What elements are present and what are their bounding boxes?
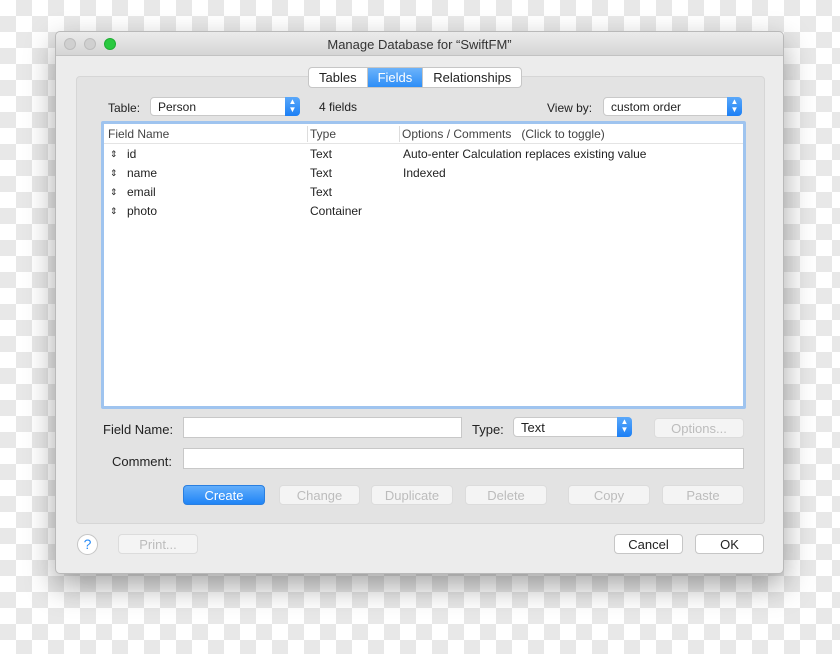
duplicate-button[interactable]: Duplicate — [371, 485, 453, 505]
field-options-cell: Auto-enter Calculation replaces existing… — [403, 147, 647, 161]
field-type-cell: Container — [310, 204, 363, 218]
table-row[interactable]: ⇕ id Text Auto-enter Calculation replace… — [104, 145, 743, 164]
paste-button[interactable]: Paste — [662, 485, 744, 505]
field-name-label: Field Name: — [103, 422, 174, 437]
table-label: Table: — [108, 101, 141, 115]
drag-handle-icon[interactable]: ⇕ — [110, 149, 118, 160]
view-by-label: View by: — [547, 101, 593, 115]
field-type-cell: Text — [310, 185, 333, 199]
type-label: Type: — [472, 422, 504, 437]
column-type[interactable]: Type — [310, 127, 336, 141]
list-header: Field Name Type Options / Comments (Clic… — [104, 124, 743, 144]
view-by-select[interactable]: custom order ▲ ▼ — [603, 97, 742, 116]
field-name-input[interactable] — [183, 417, 462, 438]
up-down-arrows-icon: ▲ ▼ — [617, 417, 632, 437]
field-type-cell: Text — [310, 166, 333, 180]
tab-bar: Tables Fields Relationships — [308, 67, 523, 88]
help-button[interactable]: ? — [77, 534, 98, 555]
drag-handle-icon[interactable]: ⇕ — [110, 206, 118, 217]
type-select[interactable]: Text ▲ ▼ — [513, 417, 632, 437]
fields-list[interactable]: Field Name Type Options / Comments (Clic… — [101, 121, 746, 409]
delete-button[interactable]: Delete — [465, 485, 547, 505]
ok-button[interactable]: OK — [695, 534, 764, 554]
table-row[interactable]: ⇕ email Text — [104, 183, 743, 202]
field-name-cell: photo — [127, 204, 158, 218]
up-down-arrows-icon: ▲ ▼ — [285, 97, 300, 116]
manage-database-window: Manage Database for “SwiftFM” Tables Fie… — [55, 31, 784, 574]
table-row[interactable]: ⇕ photo Container — [104, 202, 743, 221]
tab-fields[interactable]: Fields — [367, 68, 424, 87]
table-row[interactable]: ⇕ name Text Indexed — [104, 164, 743, 183]
copy-button[interactable]: Copy — [568, 485, 650, 505]
drag-handle-icon[interactable]: ⇕ — [110, 168, 118, 179]
column-field-name[interactable]: Field Name — [108, 127, 169, 141]
field-options-cell: Indexed — [403, 166, 446, 180]
change-button[interactable]: Change — [279, 485, 360, 505]
create-button[interactable]: Create — [183, 485, 265, 505]
field-name-cell: id — [127, 147, 137, 161]
table-select[interactable]: Person ▲ ▼ — [150, 97, 300, 116]
options-button[interactable]: Options... — [654, 418, 744, 438]
window-title: Manage Database for “SwiftFM” — [327, 37, 512, 52]
print-button[interactable]: Print... — [118, 534, 198, 554]
field-type-cell: Text — [310, 147, 333, 161]
view-by-value: custom order — [611, 100, 682, 114]
comment-input[interactable] — [183, 448, 744, 469]
field-name-cell: email — [127, 185, 156, 199]
table-select-value: Person — [158, 100, 197, 114]
tab-relationships[interactable]: Relationships — [423, 68, 521, 87]
comment-label: Comment: — [112, 454, 172, 469]
column-options[interactable]: Options / Comments (Click to toggle) — [402, 127, 605, 141]
field-count: 4 fields — [319, 100, 358, 114]
title-bar: Manage Database for “SwiftFM” — [56, 32, 783, 56]
field-name-cell: name — [127, 166, 158, 180]
drag-handle-icon[interactable]: ⇕ — [110, 187, 118, 198]
type-select-value: Text — [521, 420, 545, 435]
up-down-arrows-icon: ▲ ▼ — [727, 97, 742, 116]
cancel-button[interactable]: Cancel — [614, 534, 683, 554]
tab-tables[interactable]: Tables — [309, 68, 368, 87]
